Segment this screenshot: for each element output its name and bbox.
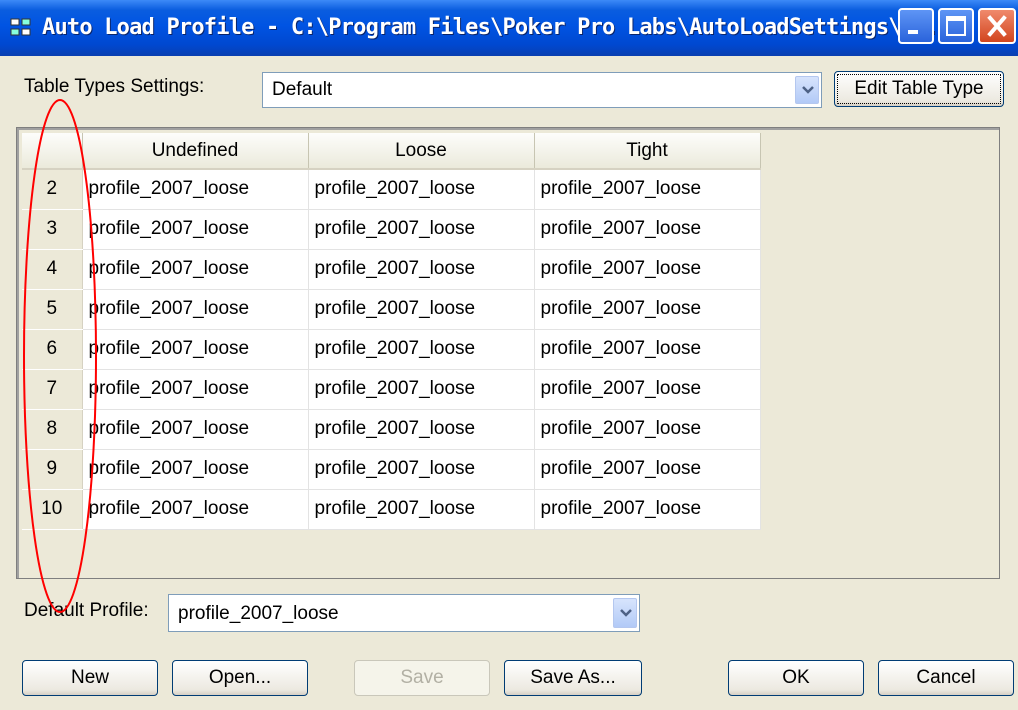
grid-cell-loose[interactable]: profile_2007_loose [308, 409, 535, 450]
save-button[interactable]: Save [354, 660, 490, 696]
grid-cell-tight[interactable]: profile_2007_loose [534, 209, 761, 250]
grid-cell-loose[interactable]: profile_2007_loose [308, 249, 535, 290]
grid-cell-undefined[interactable]: profile_2007_loose [82, 209, 309, 250]
grid-cell-undefined[interactable]: profile_2007_loose [82, 249, 309, 290]
table-row: 9 profile_2007_loose profile_2007_loose … [22, 449, 761, 490]
profile-grid[interactable]: Undefined Loose Tight 2 profile_2007_loo… [22, 133, 761, 530]
table-row: 8 profile_2007_loose profile_2007_loose … [22, 409, 761, 450]
grid-cell-loose[interactable]: profile_2007_loose [308, 289, 535, 330]
new-button[interactable]: New [22, 660, 158, 696]
auto-load-profile-dialog: Auto Load Profile - C:\Program Files\Pok… [0, 0, 1018, 710]
column-header-loose[interactable]: Loose [308, 133, 535, 170]
maximize-icon [946, 16, 966, 36]
chevron-down-icon [620, 609, 632, 617]
grid-cell-tight[interactable]: profile_2007_loose [534, 249, 761, 290]
grid-cell-loose[interactable]: profile_2007_loose [308, 209, 535, 250]
maximize-button[interactable] [938, 8, 974, 44]
table-types-dropdown-button[interactable] [795, 76, 819, 104]
grid-cell-loose[interactable]: profile_2007_loose [308, 169, 535, 210]
default-profile-value: profile_2007_loose [178, 603, 339, 624]
app-icon [10, 18, 31, 36]
default-profile-combobox[interactable]: profile_2007_loose [168, 594, 640, 632]
grid-cell-loose[interactable]: profile_2007_loose [308, 489, 535, 530]
table-types-value: Default [272, 79, 333, 100]
window-title: Auto Load Profile - C:\Program Files\Pok… [42, 15, 939, 40]
save-as-button[interactable]: Save As... [504, 660, 642, 696]
grid-cell-tight[interactable]: profile_2007_loose [534, 369, 761, 410]
table-row: 2 profile_2007_loose profile_2007_loose … [22, 169, 761, 210]
column-header-undefined[interactable]: Undefined [82, 133, 309, 170]
grid-cell-tight[interactable]: profile_2007_loose [534, 449, 761, 490]
table-row: 6 profile_2007_loose profile_2007_loose … [22, 329, 761, 370]
chevron-down-icon [802, 86, 814, 94]
grid-cell-undefined[interactable]: profile_2007_loose [82, 409, 309, 450]
close-button[interactable] [978, 8, 1016, 44]
grid-cell-tight[interactable]: profile_2007_loose [534, 489, 761, 530]
grid-cell-undefined[interactable]: profile_2007_loose [82, 369, 309, 410]
table-row: 5 profile_2007_loose profile_2007_loose … [22, 289, 761, 330]
grid-cell-undefined[interactable]: profile_2007_loose [82, 329, 309, 370]
minimize-icon [908, 30, 918, 34]
title-bar[interactable]: Auto Load Profile - C:\Program Files\Pok… [0, 0, 1018, 56]
grid-cell-loose[interactable]: profile_2007_loose [308, 329, 535, 370]
grid-cell-loose[interactable]: profile_2007_loose [308, 449, 535, 490]
table-types-combobox[interactable]: Default [262, 72, 822, 108]
grid-cell-tight[interactable]: profile_2007_loose [534, 329, 761, 370]
grid-cell-undefined[interactable]: profile_2007_loose [82, 449, 309, 490]
grid-cell-tight[interactable]: profile_2007_loose [534, 169, 761, 210]
close-icon [987, 15, 1007, 37]
red-ellipse-annotation [23, 99, 97, 613]
grid-cell-tight[interactable]: profile_2007_loose [534, 409, 761, 450]
default-profile-dropdown-button[interactable] [613, 598, 637, 628]
grid-cell-undefined[interactable]: profile_2007_loose [82, 289, 309, 330]
grid-cell-loose[interactable]: profile_2007_loose [308, 369, 535, 410]
table-types-label: Table Types Settings: [24, 76, 205, 97]
minimize-button[interactable] [898, 8, 934, 44]
open-button[interactable]: Open... [172, 660, 308, 696]
grid-cell-undefined[interactable]: profile_2007_loose [82, 489, 309, 530]
table-row: 7 profile_2007_loose profile_2007_loose … [22, 369, 761, 410]
grid-cell-tight[interactable]: profile_2007_loose [534, 289, 761, 330]
table-row: 3 profile_2007_loose profile_2007_loose … [22, 209, 761, 250]
grid-header-row: Undefined Loose Tight [22, 133, 761, 170]
cancel-button[interactable]: Cancel [878, 660, 1014, 696]
table-row: 4 profile_2007_loose profile_2007_loose … [22, 249, 761, 290]
column-header-tight[interactable]: Tight [534, 133, 761, 170]
grid-cell-undefined[interactable]: profile_2007_loose [82, 169, 309, 210]
ok-button[interactable]: OK [728, 660, 864, 696]
table-row: 10 profile_2007_loose profile_2007_loose… [22, 489, 761, 530]
edit-table-type-button[interactable]: Edit Table Type [834, 71, 1004, 107]
